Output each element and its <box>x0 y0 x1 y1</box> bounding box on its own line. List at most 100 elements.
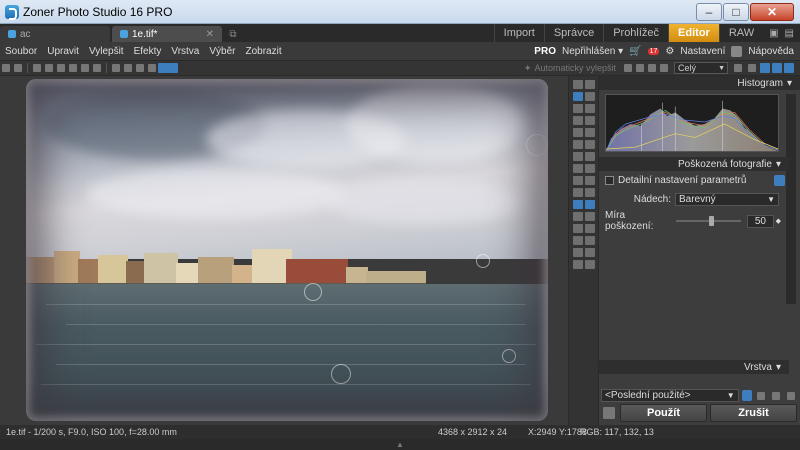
hand-tool-icon[interactable] <box>572 92 583 101</box>
selection-rect-icon[interactable] <box>572 200 583 209</box>
effects-tool-icon[interactable] <box>572 248 583 257</box>
stamp-tool-icon[interactable] <box>572 152 583 161</box>
layout-icon[interactable]: ▤ <box>785 28 794 39</box>
auto-enhance-button[interactable]: ✦ Automaticky vylepšit <box>524 63 622 74</box>
print-preview-icon[interactable] <box>660 64 668 72</box>
curves-icon[interactable] <box>584 128 595 137</box>
filmstrip-toggle[interactable]: ▲ <box>0 439 800 450</box>
maximize-button[interactable]: □ <box>723 2 749 21</box>
damage-value[interactable]: 50 <box>747 214 774 228</box>
cancel-button[interactable]: Zrušit <box>710 404 797 422</box>
delete-preset-icon[interactable] <box>757 391 766 400</box>
fit-icon[interactable] <box>760 63 770 73</box>
spinner-icon[interactable]: ◆ <box>776 217 781 225</box>
zoom-select[interactable]: Celý ▼ <box>674 62 728 74</box>
crop-icon[interactable] <box>93 64 101 72</box>
print-icon[interactable] <box>57 64 65 72</box>
detail-params-checkbox[interactable] <box>605 176 614 185</box>
copy-icon[interactable] <box>69 64 77 72</box>
gradient-tool-icon[interactable] <box>584 188 595 197</box>
new-tab-button[interactable]: ⧉ <box>224 26 242 42</box>
menu-selection[interactable]: Výběr <box>204 46 240 57</box>
zoom-in-icon[interactable] <box>734 64 742 72</box>
eraser-tool-icon[interactable] <box>584 164 595 173</box>
redeye-tool-icon[interactable] <box>572 176 583 185</box>
image-canvas[interactable] <box>0 76 568 425</box>
module-import[interactable]: Import <box>493 24 544 42</box>
zoom-tool-icon[interactable] <box>584 92 595 101</box>
redo-icon[interactable] <box>14 64 22 72</box>
line-tool-icon[interactable] <box>572 224 583 233</box>
paste-icon[interactable] <box>81 64 89 72</box>
reset-icon[interactable] <box>774 175 785 186</box>
help-link[interactable]: Nápověda <box>748 46 794 57</box>
healing-tool-icon[interactable] <box>584 152 595 161</box>
arrow-tool-icon[interactable] <box>584 224 595 233</box>
select-tool-icon[interactable] <box>572 104 583 113</box>
crop-tool-icon[interactable] <box>572 116 583 125</box>
menu-effects[interactable]: Efekty <box>129 46 167 57</box>
menu-file[interactable]: Soubor <box>0 46 42 57</box>
tag-icon[interactable] <box>648 64 656 72</box>
tab-ac[interactable]: ac <box>0 26 110 42</box>
tab-1e-tif[interactable]: 1e.tif* ✕ <box>112 26 222 42</box>
module-manager[interactable]: Správce <box>543 24 603 42</box>
undo-icon[interactable] <box>2 64 10 72</box>
save-preset-icon[interactable] <box>741 390 753 401</box>
tint-select[interactable]: Barevný ▼ <box>675 193 779 206</box>
resize-icon[interactable] <box>148 64 156 72</box>
save-icon[interactable] <box>33 64 41 72</box>
compare-icon[interactable] <box>158 63 168 73</box>
save-as-icon[interactable] <box>45 64 53 72</box>
apply-button[interactable]: Použít <box>620 404 707 422</box>
brush-tool-icon[interactable] <box>572 164 583 173</box>
module-viewer[interactable]: Prohlížeč <box>603 24 668 42</box>
levels-icon[interactable] <box>572 128 583 137</box>
close-tab-icon[interactable]: ✕ <box>206 29 214 40</box>
settings-link[interactable]: Nastavení <box>680 46 725 57</box>
histogram-header[interactable]: Histogram ▾ <box>599 76 800 90</box>
damage-slider-thumb[interactable] <box>708 216 714 226</box>
color-icon[interactable] <box>572 140 583 149</box>
undo-preset-icon[interactable] <box>787 391 796 400</box>
fullscreen-icon[interactable] <box>168 63 178 73</box>
minimize-button[interactable]: – <box>696 2 722 21</box>
notification-badge[interactable]: 17 <box>647 47 660 55</box>
effect-header[interactable]: Poškozená fotografie ▾ <box>599 157 789 171</box>
fill-tool-icon[interactable] <box>572 188 583 197</box>
panel-scrollbar[interactable] <box>786 94 796 304</box>
grid-icon[interactable] <box>784 63 794 73</box>
rotate-left-icon[interactable] <box>112 64 120 72</box>
flip-icon[interactable] <box>136 64 144 72</box>
layer-tool-icon[interactable] <box>572 260 583 269</box>
menu-view[interactable]: Zobrazit <box>240 46 286 57</box>
selection-ellipse-icon[interactable] <box>584 200 595 209</box>
actual-size-icon[interactable] <box>772 63 782 73</box>
mask-tool-icon[interactable] <box>584 260 595 269</box>
blur-tool-icon[interactable] <box>584 176 595 185</box>
sharpen-icon[interactable] <box>584 140 595 149</box>
monitor-icon[interactable]: ▣ <box>769 28 778 39</box>
straighten-tool-icon[interactable] <box>584 116 595 125</box>
collage-tool-icon[interactable] <box>584 236 595 245</box>
user-dropdown[interactable]: Nepřihlášen ▾ <box>562 46 623 57</box>
lasso-tool-icon[interactable] <box>584 104 595 113</box>
info-icon[interactable] <box>636 64 644 72</box>
text-tool-icon[interactable] <box>572 212 583 221</box>
preset-select[interactable]: <Poslední použité> ▼ <box>601 389 739 402</box>
menu-layer[interactable]: Vrstva <box>166 46 204 57</box>
menu-enhance[interactable]: Vylepšit <box>84 46 129 57</box>
photo-preview[interactable] <box>26 79 548 421</box>
module-raw[interactable]: RAW <box>718 24 763 42</box>
pan-tool-icon[interactable] <box>584 80 595 89</box>
layer-header[interactable]: Vrstva ▾ <box>599 360 789 374</box>
print-icon[interactable] <box>603 407 615 419</box>
menu-edit[interactable]: Upravit <box>42 46 84 57</box>
move-tool-icon[interactable] <box>572 80 583 89</box>
zoom-out-icon[interactable] <box>748 64 756 72</box>
rotate-right-icon[interactable] <box>124 64 132 72</box>
close-button[interactable]: ✕ <box>750 2 794 21</box>
frame-tool-icon[interactable] <box>572 236 583 245</box>
cart-icon[interactable]: 🛒 <box>629 46 641 57</box>
copy-preset-icon[interactable] <box>772 391 781 400</box>
